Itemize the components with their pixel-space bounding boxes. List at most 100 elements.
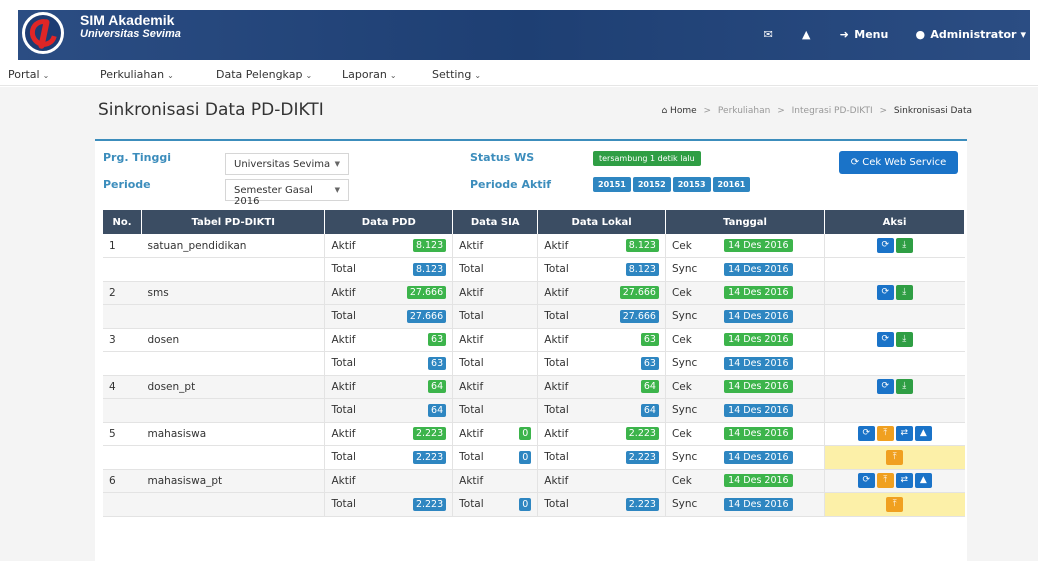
sia-total — [505, 257, 538, 282]
brand[interactable]: SIM Akademik Universitas Sevima — [80, 13, 181, 41]
refresh-icon[interactable]: ⟳ — [876, 332, 894, 348]
sync-label: Sync — [664, 492, 719, 517]
breadcrumb-perkuliahan[interactable]: Perkuliahan — [718, 106, 770, 116]
aktif-label: Aktif — [452, 328, 506, 352]
menu-portal[interactable]: Portal ⌄ — [8, 68, 49, 81]
date-badge: 14 Des 2016 — [724, 474, 793, 488]
total-label: Total — [452, 492, 506, 517]
row-actions: ⟳ ⤓ — [824, 375, 965, 399]
refresh-icon[interactable]: ⟳ — [857, 473, 875, 489]
value-badge: 0 — [519, 450, 532, 464]
chevron-down-icon: ⌄ — [167, 71, 174, 80]
pdd-total: 2.223 — [377, 445, 453, 470]
breadcrumb-integrasi[interactable]: Integrasi PD-DIKTI — [792, 106, 873, 116]
menu-laporan[interactable]: Laporan ⌄ — [342, 68, 397, 81]
total-label: Total — [324, 398, 378, 423]
table-row: 4 dosen_pt Aktif 64 Aktif Aktif 64 Cek 14 Des 20… — [103, 375, 965, 399]
periode-aktif-badges: 20151 20152 20153 20161 — [593, 177, 752, 192]
breadcrumb-home[interactable]: Home — [670, 106, 697, 116]
download-icon[interactable]: ⤓ — [895, 332, 913, 348]
cek-label: Cek — [664, 281, 719, 305]
warning-icon[interactable]: ▲ — [914, 426, 932, 442]
sia-aktif: 0 — [505, 422, 538, 446]
envelope-icon[interactable]: ✉ — [762, 28, 774, 41]
total-label: Total — [324, 492, 378, 517]
total-label: Total — [452, 445, 506, 470]
row-actions: ⤒ — [824, 492, 965, 517]
upload-icon[interactable]: ⤒ — [886, 496, 904, 512]
aktif-label: Aktif — [452, 281, 506, 305]
download-icon[interactable]: ⤓ — [895, 379, 913, 395]
menu-data-pelengkap[interactable]: Data Pelengkap ⌄ — [216, 68, 312, 81]
aktif-label: Aktif — [324, 328, 378, 352]
chevron-down-icon: ⌄ — [305, 71, 313, 80]
total-label: Total — [324, 351, 378, 376]
cek-date: 14 Des 2016 — [718, 469, 825, 493]
date-badge: 14 Des 2016 — [724, 286, 793, 300]
sync-date: 14 Des 2016 — [718, 398, 825, 423]
refresh-icon[interactable]: ⟳ — [876, 238, 894, 253]
breadcrumb: ⌂ Home > Perkuliahan > Integrasi PD-DIKT… — [661, 106, 972, 116]
row-table-name: mahasiswa_pt — [141, 469, 325, 493]
date-badge: 14 Des 2016 — [724, 333, 793, 347]
cek-date: 14 Des 2016 — [718, 375, 825, 399]
pdd-total: 64 — [377, 398, 453, 423]
value-badge: 2.223 — [412, 497, 447, 511]
content-area: Sinkronisasi Data PD-DIKTI ⌂ Home > Perk… — [0, 87, 1038, 569]
periode-select[interactable]: Semester Gasal 2016 ▼ — [225, 179, 349, 207]
sia-total — [505, 304, 538, 329]
navbar-right: ✉ ▲ ➜ Menu ● Administrator ▾ — [740, 28, 1026, 41]
refresh-icon[interactable]: ⟳ — [876, 285, 894, 301]
lokal-total: 63 — [590, 351, 666, 376]
upload-icon[interactable]: ⤒ — [886, 449, 904, 465]
prg-tinggi-select[interactable]: Universitas Sevima ▼ — [225, 153, 349, 175]
upload-icon[interactable]: ⤒ — [876, 473, 894, 489]
periode-badge: 20153 — [672, 177, 711, 192]
value-badge: 64 — [640, 403, 659, 417]
sync-label: Sync — [664, 304, 719, 329]
aktif-label: Aktif — [324, 422, 378, 446]
total-label: Total — [452, 351, 506, 376]
value-badge: 2.223 — [625, 497, 659, 511]
download-icon[interactable]: ⤓ — [895, 285, 913, 301]
value-badge: 64 — [428, 380, 447, 394]
date-badge: 14 Des 2016 — [724, 403, 793, 417]
app-logo[interactable] — [22, 12, 64, 54]
sia-aktif — [505, 281, 538, 305]
menu-setting[interactable]: Setting ⌄ — [432, 68, 481, 81]
aktif-label: Aktif — [537, 234, 591, 258]
shuffle-icon[interactable]: ⇄ — [895, 473, 913, 489]
total-label: Total — [537, 351, 591, 376]
warning-icon[interactable]: ▲ — [914, 473, 932, 489]
menu-perkuliahan[interactable]: Perkuliahan ⌄ — [100, 68, 174, 81]
caret-down-icon[interactable]: ▾ — [1020, 28, 1026, 41]
caret-down-icon: ▼ — [334, 160, 340, 168]
menu-button[interactable]: Menu — [854, 28, 888, 41]
aktif-label: Aktif — [452, 469, 506, 493]
value-badge: 2.223 — [625, 427, 659, 441]
row-actions: ⟳ ⤒ ⇄ ▲ — [824, 422, 965, 446]
row-actions: ⟳ ⤓ — [824, 328, 965, 352]
upload-icon[interactable]: ⤒ — [876, 426, 894, 442]
cek-label: Cek — [664, 469, 719, 493]
total-label: Total — [452, 304, 506, 329]
row-no: 4 — [103, 375, 142, 399]
value-badge: 63 — [428, 333, 447, 347]
download-icon[interactable]: ⤓ — [895, 238, 913, 253]
value-badge: 27.666 — [406, 309, 447, 323]
total-label: Total — [537, 257, 591, 282]
table-row: 6 mahasiswa_pt Aktif Aktif Aktif Cek 14 Des 20… — [103, 469, 965, 493]
cek-web-service-button[interactable]: ⟳ Cek Web Service — [839, 151, 958, 174]
refresh-icon[interactable]: ⟳ — [876, 379, 894, 395]
aktif-label: Aktif — [537, 281, 591, 305]
value-badge: 8.123 — [625, 239, 659, 252]
user-menu[interactable]: Administrator — [930, 28, 1016, 41]
warning-icon[interactable]: ▲ — [800, 28, 812, 41]
refresh-icon[interactable]: ⟳ — [857, 426, 875, 442]
sync-label: Sync — [664, 398, 719, 423]
shuffle-icon[interactable]: ⇄ — [895, 426, 913, 442]
col-no: No. — [103, 210, 142, 234]
chevron-down-icon: ⌄ — [389, 71, 397, 80]
pdd-aktif: 2.223 — [377, 422, 453, 446]
row-actions: ⟳ ⤓ — [824, 234, 965, 258]
